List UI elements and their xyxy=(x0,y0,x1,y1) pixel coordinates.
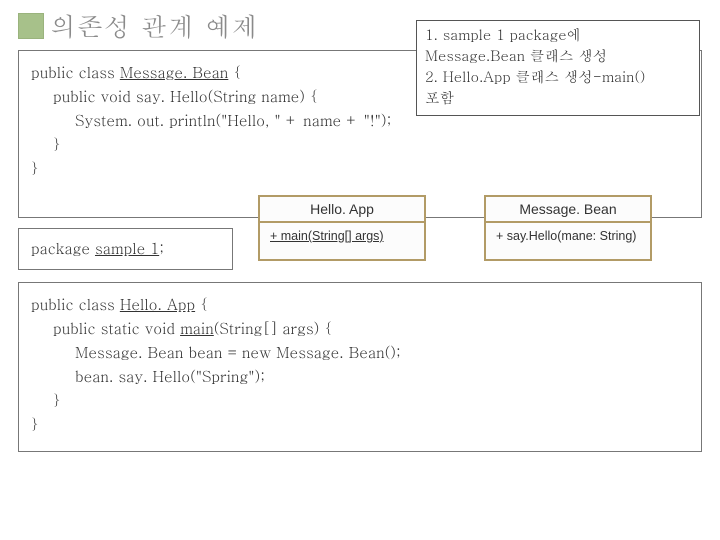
uml-methods: + main(String[] args) xyxy=(260,223,424,259)
code-line: public static void main(String[] args) { xyxy=(31,317,689,341)
title-accent-bar xyxy=(18,13,44,39)
code-line: bean. say. Hello("Spring"); xyxy=(31,365,689,389)
slide-title: 의존성 관계 예제 xyxy=(50,8,258,44)
code-line: } xyxy=(31,157,689,181)
uml-class-name: Message. Bean xyxy=(486,197,650,223)
uml-class-helloapp: Hello. App + main(String[] args) xyxy=(258,195,426,261)
note-line: 1. sample 1 package에 xyxy=(425,25,691,46)
code-line: public class Hello. App { xyxy=(31,293,689,317)
code-line: } xyxy=(31,389,689,413)
uml-class-messagebean: Message. Bean + say.Hello(mane: String) xyxy=(484,195,652,261)
note-box: 1. sample 1 package에 Message.Bean 클래스 생성… xyxy=(416,20,700,116)
uml-diagram: Hello. App + main(String[] args) Message… xyxy=(258,195,652,261)
code-box-package: package sample 1; xyxy=(18,228,233,270)
code-box-helloapp: public class Hello. App { public static … xyxy=(18,282,702,452)
code-line: } xyxy=(31,133,689,157)
uml-class-name: Hello. App xyxy=(260,197,424,223)
uml-methods: + say.Hello(mane: String) xyxy=(486,223,650,259)
note-line: Message.Bean 클래스 생성 xyxy=(425,46,691,67)
note-line: 2. Hello.App 클래스 생성-main() xyxy=(425,67,691,88)
code-line: Message. Bean bean = new Message. Bean()… xyxy=(31,341,689,365)
note-line: 포함 xyxy=(425,88,691,109)
code-line: } xyxy=(31,413,689,437)
